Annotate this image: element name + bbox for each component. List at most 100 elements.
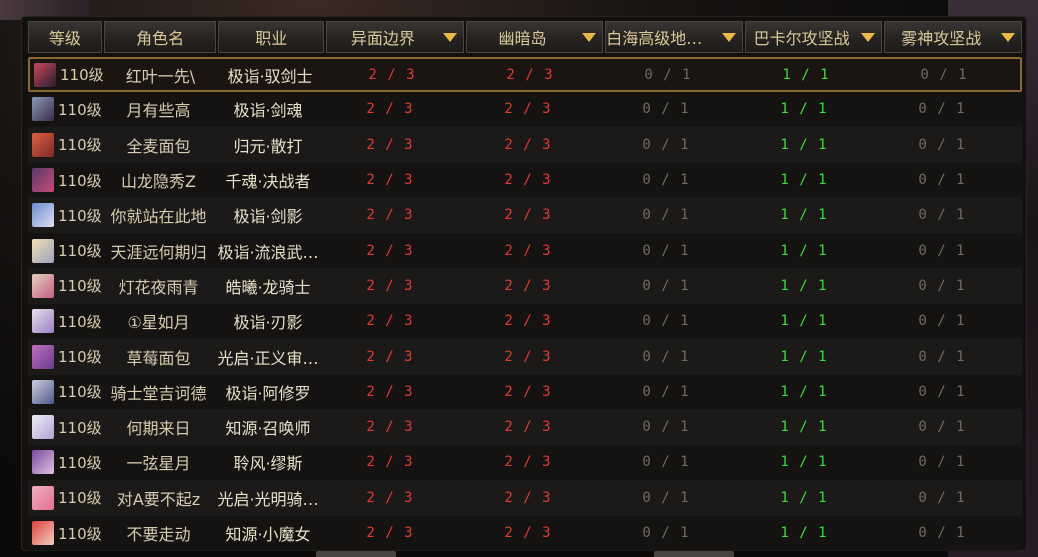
table-row[interactable]: 110级 一弦星月 聆风·缪斯 2 / 3 2 / 3 0 / 1 1 / 1 … xyxy=(28,445,1022,481)
character-name: ①星如月 xyxy=(127,313,190,333)
raid-count: 2 / 3 xyxy=(368,66,416,83)
raid-count: 2 / 3 xyxy=(504,207,552,224)
raid-count: 2 / 3 xyxy=(504,242,552,259)
raid-count: 2 / 3 xyxy=(504,489,552,506)
table-body: 110级 红叶一先\ 极诣·驭剑士 2 / 3 2 / 3 0 / 1 1 / … xyxy=(28,57,1022,552)
raid-count: 2 / 3 xyxy=(366,489,414,506)
scroll-handle[interactable] xyxy=(316,551,396,557)
table-row[interactable]: 110级 红叶一先\ 极诣·驭剑士 2 / 3 2 / 3 0 / 1 1 / … xyxy=(28,57,1022,93)
job-name: 极诣·驭剑士 xyxy=(227,66,313,86)
dropdown-arrow-icon[interactable] xyxy=(1001,32,1015,42)
character-name: 何期来日 xyxy=(126,419,191,439)
raid-count: 0 / 1 xyxy=(642,525,690,541)
raid-count: 0 / 1 xyxy=(918,383,966,400)
raid-count: 0 / 1 xyxy=(642,136,690,153)
character-name: 红叶一先\ xyxy=(125,66,196,86)
table-row[interactable]: 110级 天涯远何期归 极诣·流浪武… 2 / 3 2 / 3 0 / 1 1 … xyxy=(28,233,1022,269)
raid-count: 1 / 1 xyxy=(780,348,828,365)
raid-count: 1 / 1 xyxy=(782,66,830,83)
level-cell: 110级 xyxy=(28,344,102,369)
scroll-handle[interactable] xyxy=(654,551,734,557)
job-name: 极诣·阿修罗 xyxy=(225,383,311,403)
table-row[interactable]: 110级 月有些高 极诣·剑魂 2 / 3 2 / 3 0 / 1 1 / 1 … xyxy=(28,92,1022,128)
avatar-icon xyxy=(32,379,54,404)
level-cell: 110级 xyxy=(28,450,102,475)
table-row[interactable]: 110级 不要走动 知源·小魔女 2 / 3 2 / 3 0 / 1 1 / 1… xyxy=(28,515,1022,552)
character-name: 灯花夜雨青 xyxy=(118,277,199,297)
header-raid-2[interactable]: 幽暗岛 xyxy=(465,21,604,53)
raid-count: 2 / 3 xyxy=(366,136,414,153)
raid-count: 1 / 1 xyxy=(780,454,828,471)
raid-count: 1 / 1 xyxy=(780,136,828,153)
dropdown-arrow-icon[interactable] xyxy=(442,32,457,42)
job-name: 皓曦·龙骑士 xyxy=(225,277,311,297)
level-cell: 110级 xyxy=(28,238,102,263)
raid-count: 0 / 1 xyxy=(918,419,966,436)
table-row[interactable]: 110级 何期来日 知源·召唤师 2 / 3 2 / 3 0 / 1 1 / 1… xyxy=(28,409,1022,446)
raid-count: 2 / 3 xyxy=(366,419,414,436)
character-name: 草莓面包 xyxy=(126,348,191,368)
character-name: 月有些高 xyxy=(126,101,191,121)
avatar-icon xyxy=(32,309,54,334)
header-job[interactable]: 职业 xyxy=(218,21,325,53)
table-row[interactable]: 110级 你就站在此地 极诣·剑影 2 / 3 2 / 3 0 / 1 1 / … xyxy=(28,198,1022,234)
job-name: 光启·正义审… xyxy=(217,348,319,368)
job-name: 极诣·刃影 xyxy=(233,313,303,333)
raid-count: 2 / 3 xyxy=(504,454,552,471)
table-row[interactable]: 110级 草莓面包 光启·正义审… 2 / 3 2 / 3 0 / 1 1 / … xyxy=(28,339,1022,375)
raid-count: 2 / 3 xyxy=(504,277,552,294)
avatar-icon xyxy=(32,450,54,475)
level-cell: 110级 xyxy=(28,273,102,298)
character-name: 骑士堂吉诃德 xyxy=(110,383,207,403)
table-row[interactable]: 110级 山龙隐秀Z 千魂·决战者 2 / 3 2 / 3 0 / 1 1 / … xyxy=(28,162,1022,199)
raid-count: 1 / 1 xyxy=(780,207,828,224)
avatar-icon xyxy=(32,415,54,440)
raid-count: 1 / 1 xyxy=(780,101,828,118)
raid-count: 0 / 1 xyxy=(920,66,968,83)
table-row[interactable]: 110级 灯花夜雨青 皓曦·龙骑士 2 / 3 2 / 3 0 / 1 1 / … xyxy=(28,268,1022,305)
avatar-icon xyxy=(32,344,54,369)
table-row[interactable]: 110级 ①星如月 极诣·刃影 2 / 3 2 / 3 0 / 1 1 / 1 … xyxy=(28,304,1022,340)
raid-count: 0 / 1 xyxy=(642,348,690,365)
raid-progress-table: 等级 角色名 职业 异面边界 幽暗岛 白海高级地下… 巴卡尔攻坚战 雾神攻坚战 xyxy=(21,16,1027,552)
raid-count: 1 / 1 xyxy=(780,383,828,400)
header-level[interactable]: 等级 xyxy=(28,21,102,53)
character-name: 天涯远何期归 xyxy=(110,242,207,262)
raid-count: 2 / 3 xyxy=(366,101,414,118)
header-name[interactable]: 角色名 xyxy=(103,21,217,53)
character-name: 对A要不起z xyxy=(116,489,201,509)
level-cell: 110级 xyxy=(28,485,102,510)
raid-count: 0 / 1 xyxy=(918,313,966,330)
table-row[interactable]: 110级 对A要不起z 光启·光明骑… 2 / 3 2 / 3 0 / 1 1 … xyxy=(28,480,1022,516)
raid-count: 2 / 3 xyxy=(506,66,554,83)
job-name: 极诣·剑影 xyxy=(233,207,303,227)
job-name: 聆风·缪斯 xyxy=(233,454,303,474)
character-name: 你就站在此地 xyxy=(110,207,207,227)
raid-count: 0 / 1 xyxy=(642,277,690,294)
raid-count: 2 / 3 xyxy=(504,313,552,330)
header-raid-3[interactable]: 白海高级地下… xyxy=(605,21,743,53)
level-cell: 110级 xyxy=(28,379,102,404)
raid-count: 1 / 1 xyxy=(780,242,828,259)
table-row[interactable]: 110级 骑士堂吉诃德 极诣·阿修罗 2 / 3 2 / 3 0 / 1 1 /… xyxy=(28,374,1022,410)
character-raid-window: 等级 角色名 职业 异面边界 幽暗岛 白海高级地下… 巴卡尔攻坚战 雾神攻坚战 xyxy=(0,0,1038,557)
character-name: 全麦面包 xyxy=(126,136,191,156)
level-cell: 110级 xyxy=(28,168,102,193)
table-row[interactable]: 110级 全麦面包 归元·散打 2 / 3 2 / 3 0 / 1 1 / 1 … xyxy=(28,127,1022,163)
level-cell: 110级 xyxy=(28,415,102,440)
avatar-icon xyxy=(32,273,54,298)
header-raid-5[interactable]: 雾神攻坚战 xyxy=(884,21,1022,53)
raid-count: 2 / 3 xyxy=(366,454,414,471)
dropdown-arrow-icon[interactable] xyxy=(582,32,597,42)
raid-count: 2 / 3 xyxy=(504,172,552,189)
dropdown-arrow-icon[interactable] xyxy=(721,32,736,42)
job-name: 极诣·剑魂 xyxy=(233,101,303,121)
dropdown-arrow-icon[interactable] xyxy=(861,32,876,42)
raid-count: 0 / 1 xyxy=(642,242,690,259)
header-raid-1[interactable]: 异面边界 xyxy=(326,21,464,53)
raid-count: 2 / 3 xyxy=(504,419,552,436)
raid-count: 2 / 3 xyxy=(366,207,414,224)
header-raid-4[interactable]: 巴卡尔攻坚战 xyxy=(744,21,883,53)
raid-count: 1 / 1 xyxy=(780,172,828,189)
level-cell: 110级 xyxy=(30,62,104,87)
